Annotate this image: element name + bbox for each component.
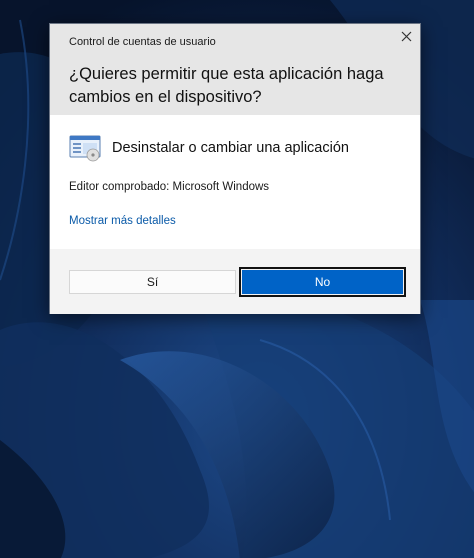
no-button[interactable]: No [239,267,406,297]
app-info: Desinstalar o cambiar una aplicación [69,134,349,162]
yes-button[interactable]: Sí [69,270,236,294]
dialog-footer: Sí No [50,249,420,314]
close-icon [401,31,411,41]
show-details-link[interactable]: Mostrar más detalles [69,215,176,227]
close-button[interactable] [392,24,420,48]
app-name: Desinstalar o cambiar una aplicación [112,140,349,156]
programs-features-icon [69,134,102,162]
dialog-header: Control de cuentas de usuario ¿Quieres p… [50,24,420,115]
uac-dialog: Control de cuentas de usuario ¿Quieres p… [49,23,421,314]
publisher-info: Editor comprobado: Microsoft Windows [69,181,270,193]
dialog-title: Control de cuentas de usuario [69,36,216,48]
prompt-question: ¿Quieres permitir que esta aplicación ha… [69,65,384,106]
